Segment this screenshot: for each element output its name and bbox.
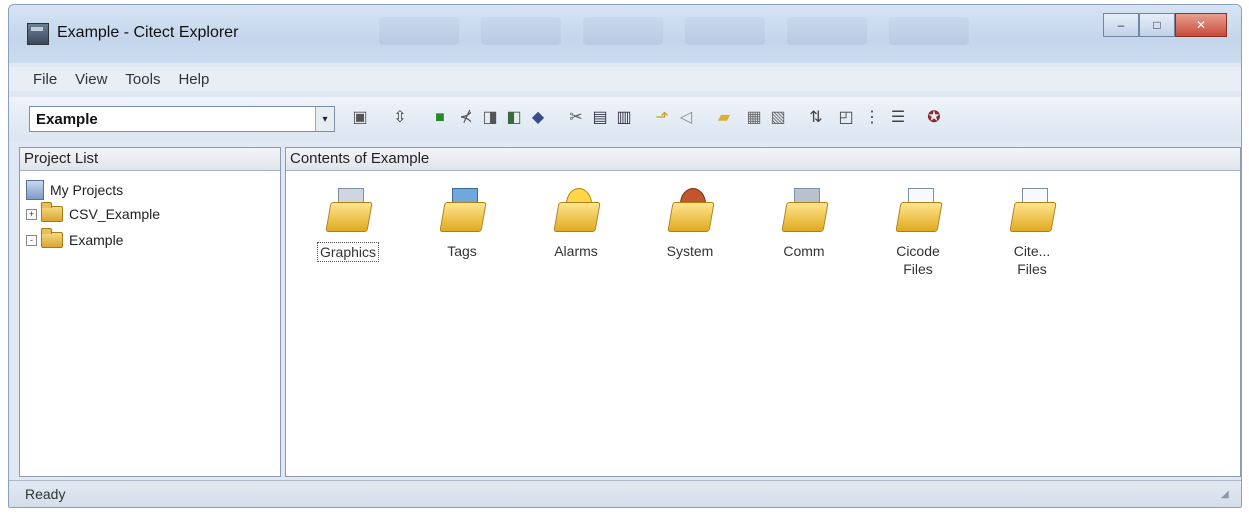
contents-header: Contents of Example [286,148,1240,171]
tags-folder[interactable]: Tags [412,188,512,260]
close-button[interactable]: ✕ [1175,13,1227,37]
graphics-folder[interactable]: Graphics [298,188,398,262]
setup-icon[interactable]: ◨ [479,106,501,130]
cite-files-folder-label: Cite... Files [1013,243,1051,277]
cite-files-folder[interactable]: Cite... Files [982,188,1082,278]
tree-item-label: CSV_Example [69,206,161,222]
contents-pane: Contents of Example Graphics Tags Alarms… [285,147,1241,477]
details-view-icon[interactable]: ▧ [767,106,789,130]
details-icon[interactable]: ☰ [887,106,909,130]
status-text: Ready [25,486,66,502]
project-selector[interactable]: Example ▾ [29,106,335,132]
tree-item-label: My Projects [50,182,124,198]
project-selector-value: Example [36,111,98,128]
system-folder-icon [666,188,715,236]
project-list-header: Project List [20,148,280,171]
maximize-button[interactable]: □ [1139,13,1175,37]
new-project-icon[interactable]: ▣ [349,106,371,130]
collapse-icon[interactable]: - [26,234,37,246]
comm-folder-icon [780,188,829,236]
computer-setup-icon[interactable]: ◆ [527,106,549,130]
link-icon[interactable]: ⊀ [455,106,477,130]
alarms-folder-label: Alarms [554,243,598,259]
menu-help[interactable]: Help [178,71,209,88]
menu-file[interactable]: File [33,71,57,88]
chevron-down-icon[interactable]: ▾ [315,107,334,131]
graphics-folder-icon [324,188,373,236]
citect-explorer-window: Example - Citect Explorer – □ ✕ File Vie… [8,4,1242,508]
menu-tools[interactable]: Tools [125,71,160,88]
alarms-folder[interactable]: Alarms [526,188,626,260]
list-view-icon[interactable]: ▦ [743,106,765,130]
up-folder-icon[interactable]: ⬏ [651,106,673,130]
run-icon[interactable]: ◧ [503,106,525,130]
comm-folder-label: Comm [783,243,825,259]
expand-icon[interactable]: + [26,208,37,220]
compile-icon[interactable]: ■ [429,106,451,130]
large-icons-icon[interactable]: ◰ [835,106,857,130]
alarms-folder-icon [552,188,601,236]
paste-icon[interactable]: ▥ [613,106,635,130]
tree-item-csv-example[interactable]: + CSV_Example [26,202,161,222]
menu-bar: File View Tools Help [9,67,1241,91]
cicode-files-folder[interactable]: Cicode Files [868,188,968,278]
tags-folder-label: Tags [447,243,477,259]
tree-item-label: Example [69,232,124,248]
folder-icon [41,228,63,248]
graphics-folder-label: Graphics [316,242,380,262]
cicode-files-folder-icon [894,188,943,236]
title-bar[interactable]: Example - Citect Explorer – □ ✕ [9,5,1241,63]
system-folder-label: System [666,243,714,259]
app-icon [27,23,49,45]
folder-icon [41,202,63,222]
toolbar: Example ▾ ▣ ⇳ ■ ⊀ ◨ ◧ ◆ ✂ ▤ ▥ ⬏ ◁ ▰ ▦ ▧ … [9,97,1241,141]
comm-folder[interactable]: Comm [754,188,854,260]
project-list-pane: Project List My Projects + CSV_Example -… [19,147,281,477]
cicode-files-folder-label: Cicode Files [896,243,940,277]
copy-icon[interactable]: ▤ [589,106,611,130]
sort-icon[interactable]: ⇅ [805,106,827,130]
tree-item-my-projects[interactable]: My Projects [26,180,123,200]
open-folder-icon[interactable]: ▰ [713,106,735,130]
projects-icon [26,180,44,200]
window-controls: – □ ✕ [1103,13,1227,39]
cite-files-folder-icon [1008,188,1057,236]
background-taskbar [379,17,1059,53]
tree-item-example[interactable]: - Example [26,228,124,248]
menu-view[interactable]: View [75,71,107,88]
back-icon[interactable]: ◁ [675,106,697,130]
window-title: Example - Citect Explorer [57,24,239,41]
minimize-button[interactable]: – [1103,13,1139,37]
resize-grip-icon[interactable]: ◢ [1221,489,1235,503]
tags-folder-icon [438,188,487,236]
pack-icon[interactable]: ⇳ [389,106,411,130]
system-folder[interactable]: System [640,188,740,260]
status-bar: Ready ◢ [9,480,1241,507]
help-icon[interactable]: ✪ [923,106,945,130]
cut-icon[interactable]: ✂ [565,106,587,130]
small-icons-icon[interactable]: ⋮ [861,106,883,130]
